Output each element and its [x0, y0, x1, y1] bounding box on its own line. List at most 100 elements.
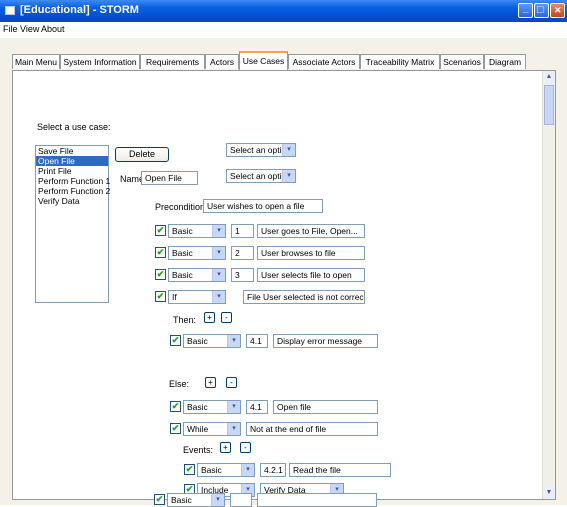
use-case-list[interactable]: Save File Open File Print File Perform F… [35, 145, 110, 303]
events-add-button[interactable]: + [220, 442, 231, 453]
scroll-up-icon[interactable]: ▲ [543, 71, 555, 83]
close-icon: ✕ [554, 5, 562, 15]
vertical-scrollbar[interactable]: ▲ ▼ [542, 71, 555, 499]
step-3-number[interactable]: 3 [231, 268, 254, 282]
close-button[interactable]: ✕ [550, 3, 565, 18]
tab-system-information[interactable]: System Information [60, 54, 140, 69]
step-4-type-select[interactable]: If ▾ [168, 290, 226, 304]
menu-about[interactable]: About [41, 24, 65, 34]
option-select-2[interactable]: Select an option ▾ [226, 169, 296, 183]
events-remove-button[interactable]: - [240, 442, 251, 453]
else-step-2-type-select[interactable]: While ▾ [183, 422, 241, 436]
precondition-input[interactable]: User wishes to open a file [203, 199, 323, 213]
step-1-type-value: Basic [172, 226, 193, 236]
then-add-button[interactable]: + [204, 312, 215, 323]
event-step-checkbox[interactable]: ✔ [184, 464, 195, 475]
else-step-1-number[interactable]: 4.1 [246, 400, 268, 414]
else-add-button[interactable]: + [205, 377, 216, 388]
event-step-text[interactable]: Read the file [289, 463, 391, 477]
dropdown-arrow-icon[interactable]: ▾ [212, 247, 225, 259]
else-step-2-type-value: While [187, 424, 209, 434]
step-1-text[interactable]: User goes to File, Open... [257, 224, 365, 238]
dropdown-arrow-icon[interactable]: ▾ [227, 423, 240, 435]
else-step-2-checkbox[interactable]: ✔ [170, 423, 181, 434]
scroll-down-icon[interactable]: ▼ [543, 487, 555, 499]
app-icon [5, 6, 15, 15]
dropdown-arrow-icon[interactable]: ▾ [282, 144, 295, 156]
dropdown-arrow-icon[interactable]: ▾ [227, 335, 240, 347]
step-2-checkbox[interactable]: ✔ [155, 247, 166, 258]
tab-diagram[interactable]: Diagram [484, 54, 526, 69]
step-1-checkbox[interactable]: ✔ [155, 225, 166, 236]
list-item[interactable]: Open File [36, 156, 108, 166]
tab-traceability-matrix[interactable]: Traceability Matrix [360, 54, 440, 69]
list-item[interactable]: Perform Function 1 [36, 176, 110, 186]
then-step-text[interactable]: Display error message [273, 334, 378, 348]
dropdown-arrow-icon[interactable]: ▾ [212, 291, 225, 303]
dropdown-arrow-icon[interactable]: ▾ [282, 170, 295, 182]
else-label: Else: [169, 379, 190, 389]
tab-scenarios[interactable]: Scenarios [440, 54, 484, 69]
dropdown-arrow-icon[interactable]: ▾ [227, 401, 240, 413]
dropdown-arrow-icon[interactable]: ▾ [211, 494, 224, 506]
else-step-1-type-select[interactable]: Basic ▾ [183, 400, 241, 414]
tab-use-cases[interactable]: Use Cases [239, 51, 288, 70]
event-step-type-select[interactable]: Basic ▾ [197, 463, 255, 477]
menu-file[interactable]: File [3, 24, 18, 34]
step-3-checkbox[interactable]: ✔ [155, 269, 166, 280]
tab-associate-actors[interactable]: Associate Actors [288, 54, 360, 69]
minimize-button[interactable]: _ [518, 3, 533, 18]
tab-main-menu[interactable]: Main Menu [12, 54, 60, 69]
events-label: Events: [183, 445, 214, 455]
else-step-2-condition[interactable]: Not at the end of file [246, 422, 378, 436]
precondition-label: Precondition: [155, 202, 208, 212]
next-step-checkbox[interactable]: ✔ [154, 494, 165, 505]
delete-button[interactable]: Delete [115, 147, 169, 162]
title-bar: [Educational] - STORM _ □ ✕ [0, 0, 567, 22]
else-step-1-text[interactable]: Open file [273, 400, 378, 414]
maximize-icon: □ [537, 4, 544, 16]
step-1-number[interactable]: 1 [231, 224, 254, 238]
then-step-type-value: Basic [187, 336, 208, 346]
window-title: [Educational] - STORM [20, 4, 139, 16]
name-input[interactable]: Open File [141, 171, 198, 185]
step-3-type-select[interactable]: Basic ▾ [168, 268, 226, 282]
use-case-editor: ▲ ▼ Select a use case: Save File Open Fi… [12, 70, 556, 500]
else-step-1-checkbox[interactable]: ✔ [170, 401, 181, 412]
list-item[interactable]: Print File [36, 166, 108, 176]
option-select-1[interactable]: Select an option ▾ [226, 143, 296, 157]
step-4-condition[interactable]: File User selected is not correct format [243, 290, 365, 304]
dropdown-arrow-icon[interactable]: ▾ [212, 225, 225, 237]
scroll-thumb[interactable] [544, 85, 554, 125]
then-step-checkbox[interactable]: ✔ [170, 335, 181, 346]
menu-bar: File View About [0, 22, 567, 38]
list-item[interactable]: Verify Data [36, 196, 108, 206]
event-step-number[interactable]: 4.2.1 [260, 463, 286, 477]
else-remove-button[interactable]: - [226, 377, 237, 388]
then-step-type-select[interactable]: Basic ▾ [183, 334, 241, 348]
then-remove-button[interactable]: - [221, 312, 232, 323]
step-4-type-value: If [172, 292, 177, 302]
list-item[interactable]: Save File [36, 146, 108, 156]
menu-view[interactable]: View [20, 24, 39, 34]
else-step-1-type-value: Basic [187, 402, 208, 412]
then-step-number[interactable]: 4.1 [246, 334, 268, 348]
step-4-checkbox[interactable]: ✔ [155, 291, 166, 302]
select-use-case-label: Select a use case: [37, 122, 111, 132]
dropdown-arrow-icon[interactable]: ▾ [212, 269, 225, 281]
step-2-text[interactable]: User browses to file [257, 246, 365, 260]
tab-requirements[interactable]: Requirements [140, 54, 205, 69]
dropdown-arrow-icon[interactable]: ▾ [241, 464, 254, 476]
maximize-button[interactable]: □ [534, 3, 549, 18]
step-2-type-select[interactable]: Basic ▾ [168, 246, 226, 260]
event-step-type-value: Basic [201, 465, 222, 475]
list-item[interactable]: Perform Function 2 [36, 186, 110, 196]
step-3-text[interactable]: User selects file to open [257, 268, 365, 282]
step-2-number[interactable]: 2 [231, 246, 254, 260]
step-1-type-select[interactable]: Basic ▾ [168, 224, 226, 238]
then-label: Then: [173, 315, 197, 325]
minimize-icon: _ [523, 3, 529, 14]
tab-actors[interactable]: Actors [205, 54, 239, 69]
next-step-type-value: Basic [171, 495, 192, 505]
step-3-type-value: Basic [172, 270, 193, 280]
